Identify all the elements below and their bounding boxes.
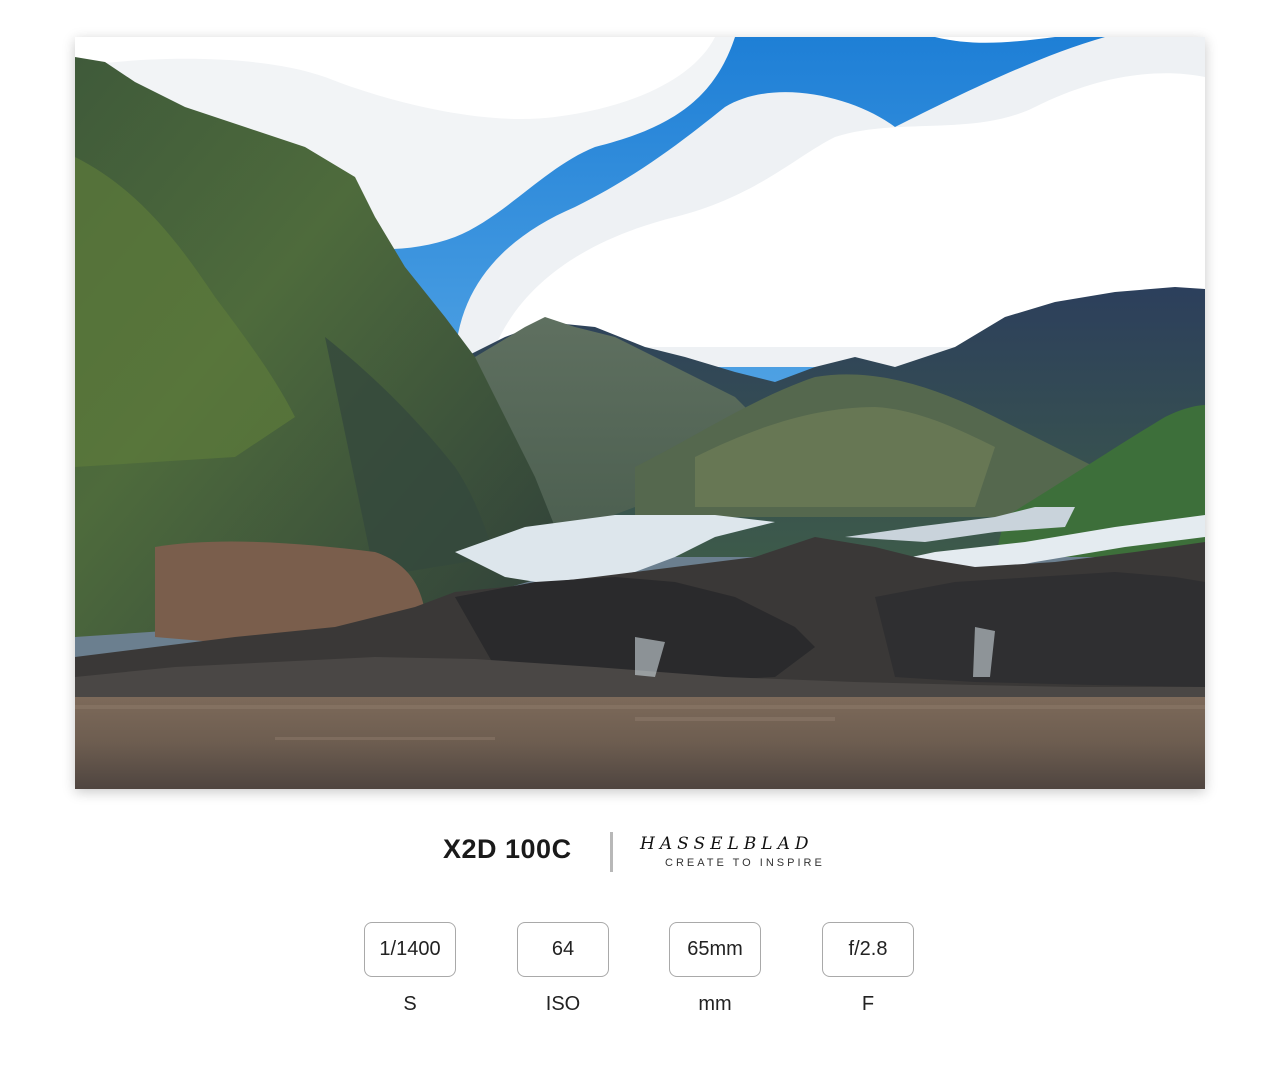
exif-focal-length: 65mm mm: [669, 922, 761, 1016]
brand-divider: [610, 832, 613, 872]
exif-iso-label: ISO: [545, 993, 581, 1015]
exif-focal-length-label: mm: [698, 993, 732, 1015]
brand-wordmark: HASSELBLAD: [640, 834, 814, 854]
exif-aperture: f/2.8 F: [822, 922, 914, 1016]
exif-aperture-value: f/2.8: [822, 922, 914, 977]
exif-focal-length-value: 65mm: [669, 922, 761, 977]
exif-shutter-label: S: [403, 993, 417, 1015]
brand-tagline: CREATE TO INSPIRE: [665, 857, 825, 869]
hasselblad-logo: HASSELBLAD CREATE TO INSPIRE: [640, 834, 840, 869]
exif-iso-value: 64: [517, 922, 609, 977]
exif-iso: 64 ISO: [517, 922, 609, 1016]
camera-model: X2D 100C: [443, 834, 572, 864]
exif-shutter-value: 1/1400: [364, 922, 456, 977]
exif-shutter: 1/1400 S: [364, 922, 456, 1016]
camera-brand-row: X2D 100C HASSELBLAD CREATE TO INSPIRE: [0, 828, 1280, 876]
landscape-photo: [75, 37, 1205, 789]
exif-aperture-label: F: [861, 993, 875, 1015]
glacier-landscape-image: [75, 37, 1205, 789]
